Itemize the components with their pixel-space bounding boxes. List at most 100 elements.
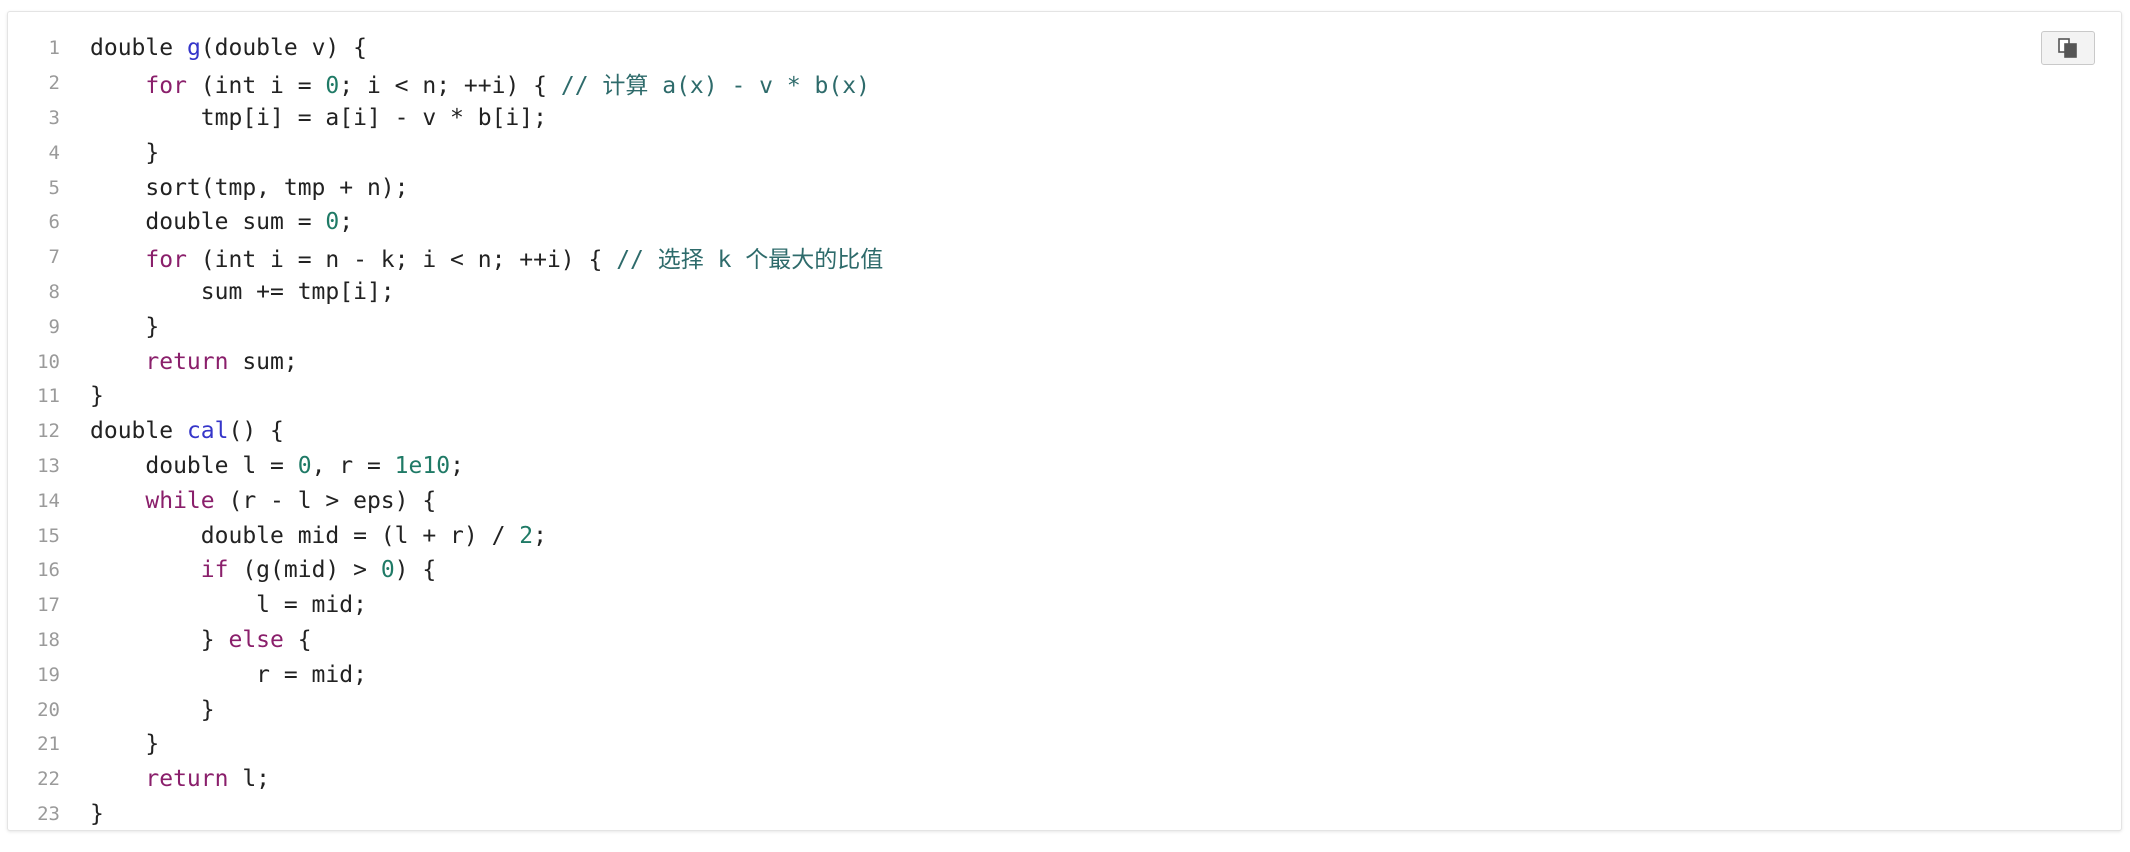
line-number: 14 [37,489,60,512]
code-block: 1 double g(double v) {2 for (int i = 0; i… [7,11,2122,831]
code-text: } [60,731,159,757]
line-number: 12 [37,420,60,443]
code-line: 10 return sum; [8,344,2121,379]
copy-icon [2058,38,2077,58]
code-line: 14 while (r - l > eps) { [8,483,2121,518]
code-token: ; [533,522,547,549]
code-text: sort(tmp, tmp + n); [60,174,409,201]
line-number: 9 [48,315,60,338]
line-number: 20 [37,698,60,721]
code-line: 17 l = mid; [8,588,2121,623]
code-text: double sum = 0; [60,209,353,235]
code-token: sort(tmp, tmp + n); [90,174,409,201]
keyword-token: return [145,766,229,793]
line-number: 11 [37,385,60,408]
line-number: 15 [37,524,60,547]
code-token: , r = [311,452,395,479]
code-token: () { [228,418,284,445]
code-line: 18 } else { [8,623,2121,658]
code-text: tmp[i] = a[i] - v * b[i]; [60,105,547,131]
code-text: double cal() { [60,418,284,444]
code-token: (int i = n - k; i < n; ++i) { [186,247,617,274]
code-token: sum += tmp[i]; [90,278,395,305]
code-line: 20 } [8,692,2121,727]
code-line: 5 sort(tmp, tmp + n); [8,170,2121,205]
line-number: 16 [37,559,60,582]
code-token: (r - l > eps) { [214,487,437,514]
number-token: 0 [325,73,340,100]
page: 1 double g(double v) {2 for (int i = 0; i… [0,0,2130,852]
code-token: ; i < n; ++i) { [339,73,561,100]
code-line: 23} [8,797,2121,830]
code-lines[interactable]: 1 double g(double v) {2 for (int i = 0; i… [8,31,2121,830]
code-token: double sum = [90,209,326,236]
code-token: } [90,139,160,166]
code-token: (int i = [186,73,326,100]
code-text: for (int i = n - k; i < n; ++i) { // 选择 … [60,240,883,274]
code-token: (g(mid) > [228,557,381,584]
number-token: 0 [297,452,312,479]
line-number: 18 [37,628,60,651]
line-number: 5 [48,176,60,199]
code-line: 9 } [8,309,2121,344]
copy-code-button[interactable] [2041,31,2095,65]
code-token: l; [228,766,271,793]
comment-token: // 选择 k 个最大的比值 [616,247,884,274]
code-token: double l = [90,452,298,479]
line-number: 17 [37,594,60,617]
code-line: 7 for (int i = n - k; i < n; ++i) { // 选… [8,240,2121,275]
code-token: ; [339,209,354,236]
code-line: 22 return l; [8,762,2121,797]
code-token: } [90,800,104,827]
code-text: l = mid; [60,592,367,618]
line-number: 10 [37,350,60,373]
number-token: 0 [380,557,395,584]
code-text: double g(double v) { [60,35,367,61]
code-token: { [283,626,312,653]
code-token: sum; [228,348,298,375]
line-number: 13 [37,454,60,477]
function-name-token: cal [186,418,229,445]
code-token: double mid = (l + r) / [90,522,520,549]
code-line: 21 } [8,727,2121,762]
number-token: 1e10 [394,452,451,479]
line-number: 1 [48,37,60,60]
line-number: 3 [48,106,60,129]
line-number: 2 [48,72,60,95]
code-text: } else { [60,627,312,653]
keyword-token: if [200,557,229,584]
code-line: 1 double g(double v) { [8,31,2121,66]
code-line: 12 double cal() { [8,414,2121,449]
code-text: return sum; [60,348,298,375]
code-token: } [90,626,229,653]
code-line: 19 r = mid; [8,657,2121,692]
code-text: sum += tmp[i]; [60,279,395,305]
code-token: ; [450,452,464,479]
keyword-token: while [145,487,215,514]
code-text: } [60,697,215,723]
line-number: 7 [48,246,60,269]
code-line: 16 if (g(mid) > 0) { [8,553,2121,588]
comment-token: // 计算 a(x) - v * b(x) [560,73,870,100]
line-number: 8 [48,280,60,303]
code-token: } [90,383,104,410]
code-line: 15 double mid = (l + r) / 2; [8,518,2121,553]
code-text: double l = 0, r = 1e10; [60,453,464,479]
code-text: while (r - l > eps) { [60,488,436,514]
code-token: ) { [394,557,437,584]
code-token: } [90,313,160,340]
code-line: 6 double sum = 0; [8,205,2121,240]
keyword-token: for [145,247,187,274]
code-text: } [60,140,159,166]
code-text: double mid = (l + r) / 2; [60,523,547,549]
code-text: } [60,801,104,827]
code-token: } [90,731,160,758]
code-line: 2 for (int i = 0; i < n; ++i) { // 计算 a(… [8,66,2121,101]
number-token: 2 [519,522,534,549]
line-number: 19 [37,663,60,686]
code-token: (double v) { [200,35,367,62]
keyword-token: for [145,73,187,100]
